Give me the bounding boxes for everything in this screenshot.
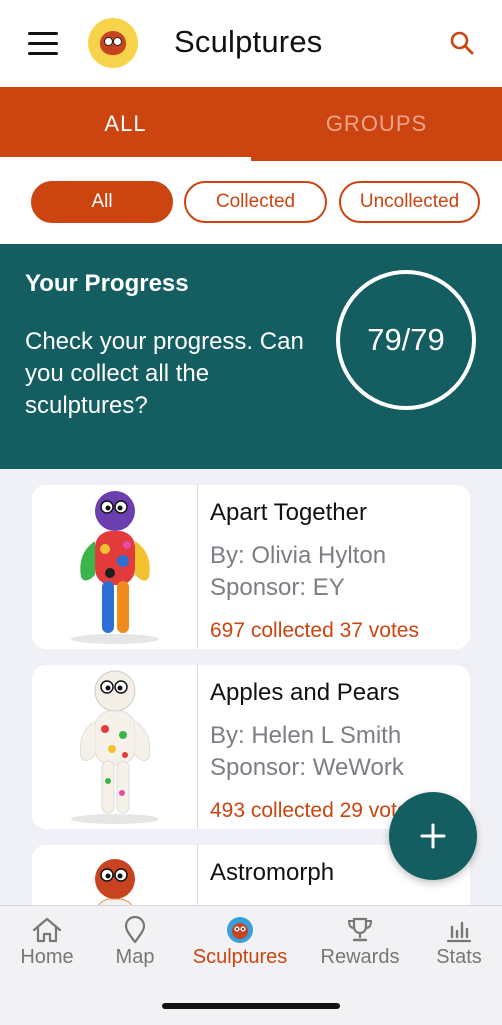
sculpture-image: [32, 845, 198, 905]
app-header: Sculptures: [0, 0, 502, 87]
progress-title: Your Progress: [25, 270, 189, 297]
bar-chart-icon: [446, 921, 472, 943]
page-title: Sculptures: [174, 24, 323, 59]
home-icon: [32, 917, 62, 943]
app-logo: [88, 18, 138, 68]
sculpture-stats: 493 collected 29 votes: [210, 799, 419, 822]
sculpture-stats: 697 collected 37 votes: [210, 619, 419, 642]
nav-label: Home: [20, 946, 74, 968]
nav-label: Map: [115, 946, 155, 968]
sculpture-icon: [227, 917, 253, 943]
plus-icon: [420, 823, 446, 849]
map-pin-icon: [124, 916, 146, 944]
view-tabs: ALL GROUPS: [0, 87, 502, 161]
nav-home[interactable]: Home: [18, 916, 76, 969]
home-indicator: [162, 1003, 340, 1009]
progress-description: Check your progress. Can you collect all…: [25, 328, 304, 419]
nav-label: Rewards: [320, 946, 400, 968]
sculpture-card[interactable]: Apart Together By: Olivia Hylton Sponsor…: [32, 485, 470, 649]
search-icon[interactable]: [449, 30, 475, 56]
filter-uncollected-chip[interactable]: Uncollected: [339, 181, 480, 223]
filter-collected-chip[interactable]: Collected: [184, 181, 327, 223]
sculpture-sponsor: Sponsor: WeWork: [210, 754, 404, 781]
sculpture-sponsor: Sponsor: EY: [210, 574, 345, 601]
nav-stats[interactable]: Stats: [434, 916, 484, 969]
add-button[interactable]: [389, 792, 477, 880]
progress-count-ring: 79/79: [336, 270, 476, 410]
sculpture-artist: By: Helen L Smith: [210, 722, 402, 749]
tab-groups[interactable]: GROUPS: [251, 87, 502, 161]
hamburger-menu-icon[interactable]: [28, 32, 58, 55]
sculpture-image: [32, 485, 198, 649]
filter-bar: All Collected Uncollected: [0, 161, 502, 244]
nav-rewards[interactable]: Rewards: [320, 916, 400, 969]
sculpture-name: Astromorph: [210, 859, 335, 886]
filter-all-chip[interactable]: All: [31, 181, 173, 223]
sculpture-name: Apart Together: [210, 499, 367, 526]
sculpture-image: [32, 665, 198, 829]
trophy-icon: [347, 917, 373, 942]
progress-panel[interactable]: Your Progress Check your progress. Can y…: [0, 244, 502, 469]
nav-sculptures[interactable]: Sculptures: [190, 916, 290, 969]
sculpture-artist: By: Olivia Hylton: [210, 542, 387, 569]
sculpture-name: Apples and Pears: [210, 679, 400, 706]
nav-label: Sculptures: [192, 946, 288, 968]
nav-label: Stats: [436, 946, 482, 968]
tab-all[interactable]: ALL: [0, 87, 251, 161]
nav-map[interactable]: Map: [110, 916, 160, 969]
